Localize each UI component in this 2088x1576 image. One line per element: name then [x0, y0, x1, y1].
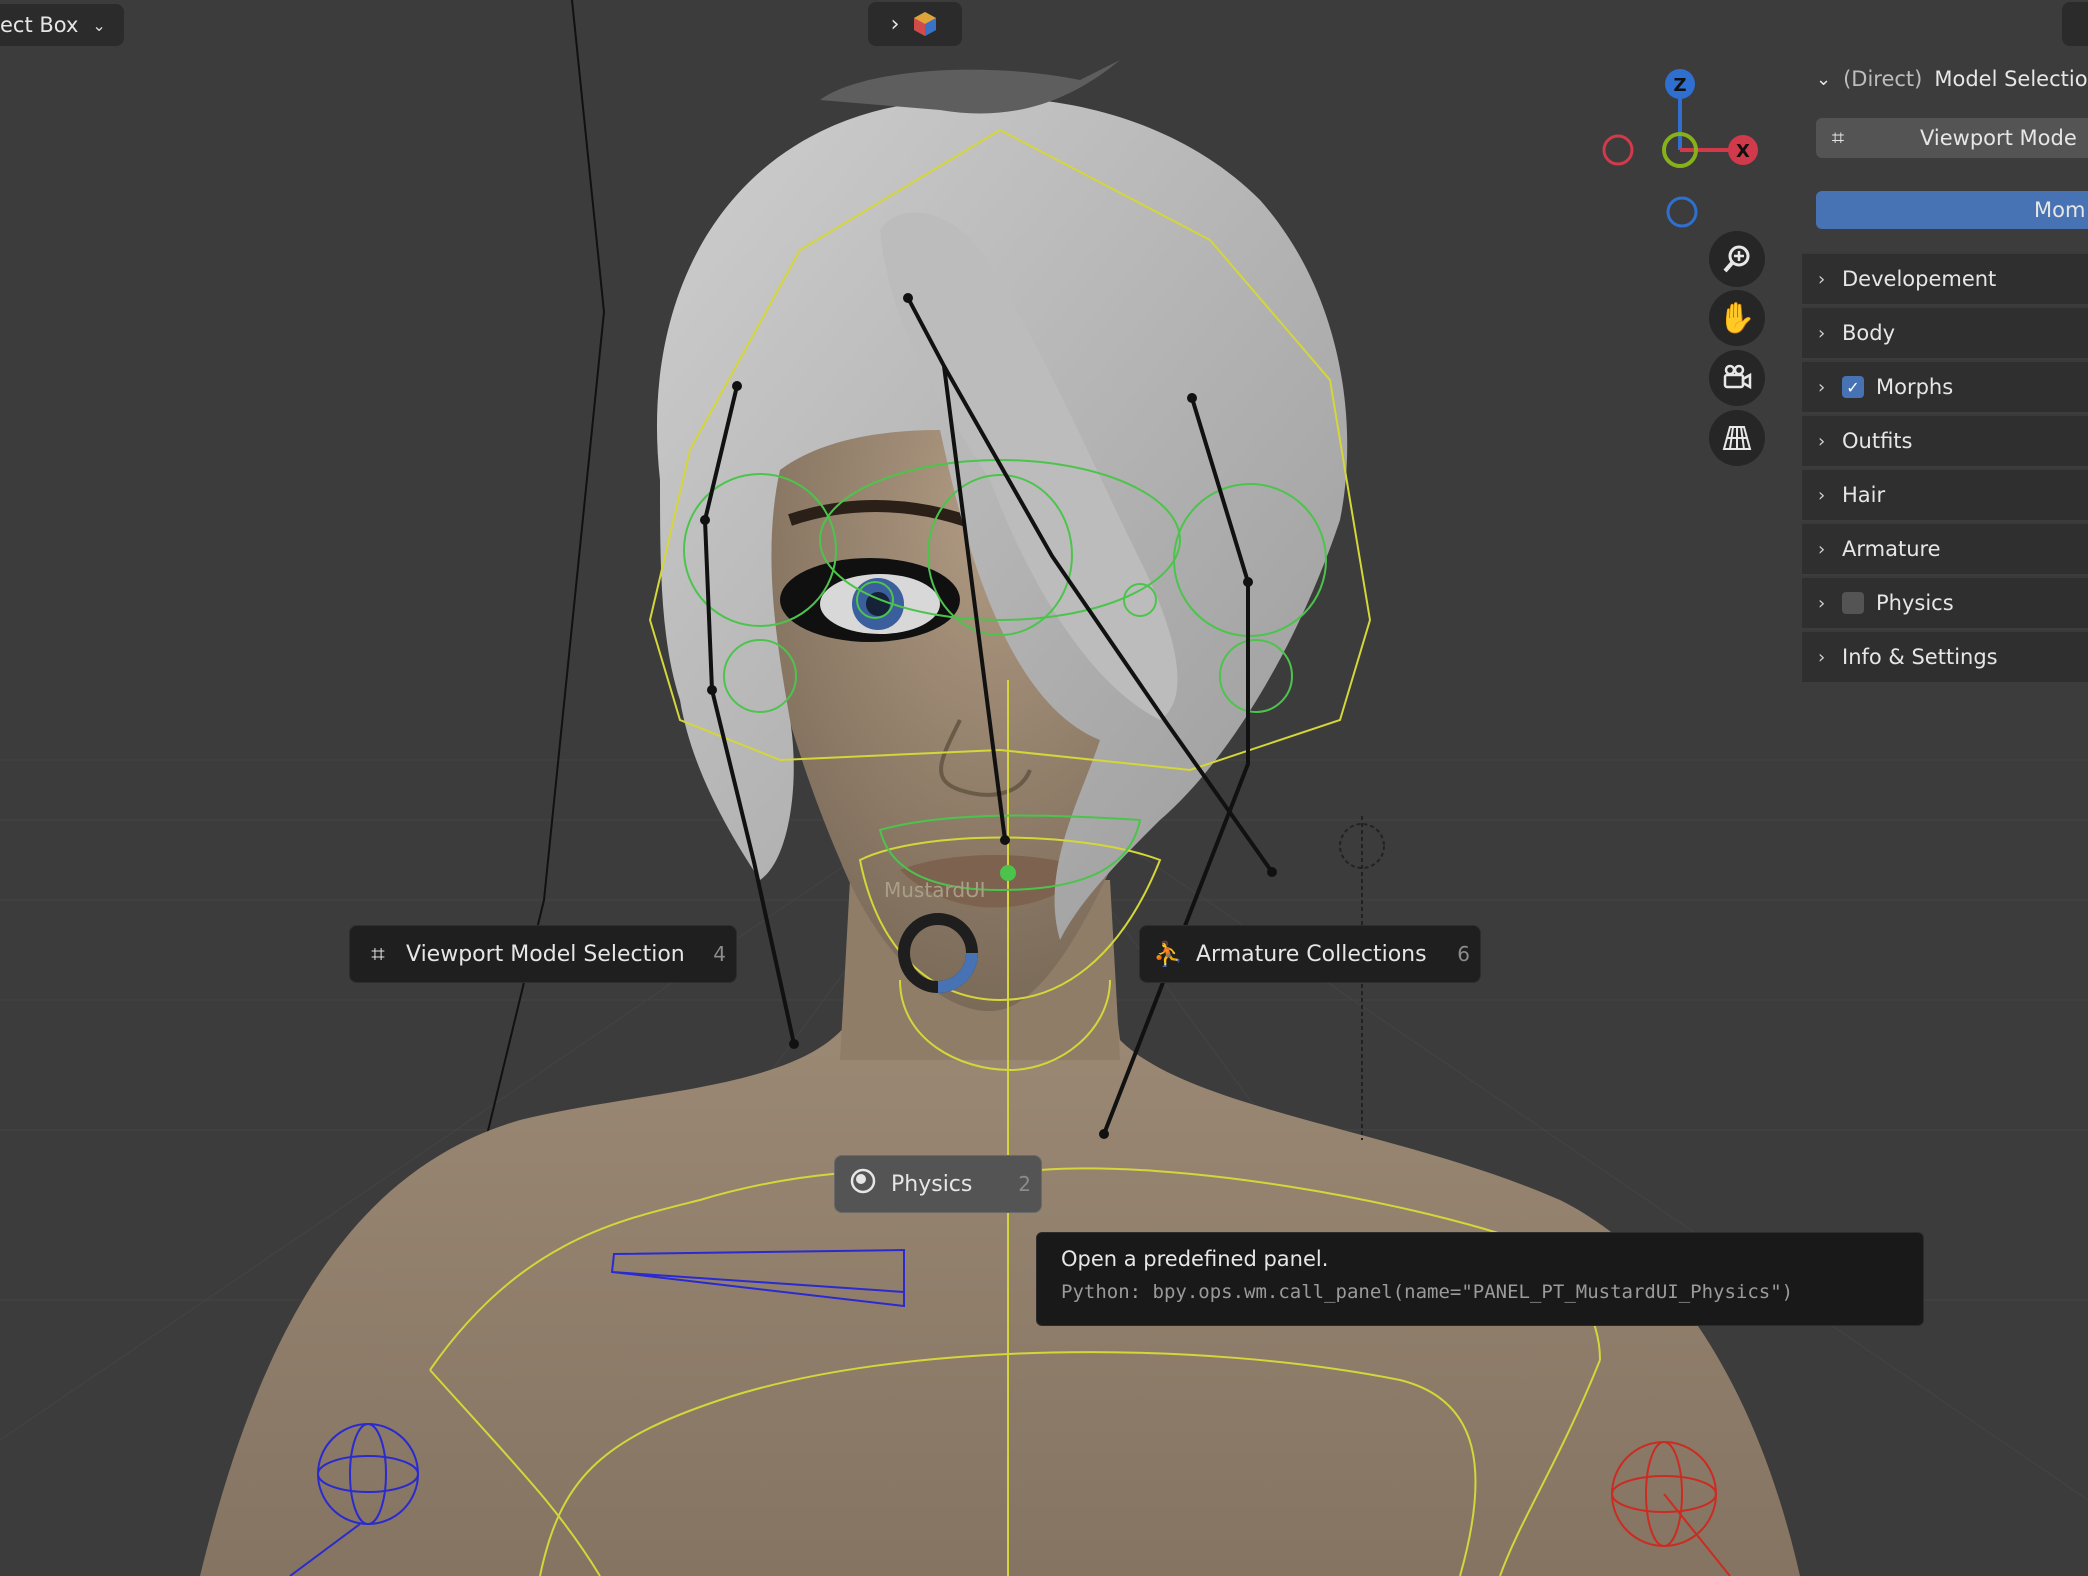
- panel-info-settings[interactable]: › Info & Settings: [1802, 630, 2088, 682]
- tooltip-description: Open a predefined panel.: [1061, 1247, 1329, 1271]
- chevron-down-icon: ⌄: [92, 15, 106, 35]
- z-axis-label: Z: [1673, 75, 1686, 96]
- panel-outfits[interactable]: › Outfits: [1802, 414, 2088, 466]
- panel-body[interactable]: › Body: [1802, 306, 2088, 358]
- model-select-label: Mom: [2034, 198, 2086, 222]
- x-axis-label: X: [1736, 141, 1750, 162]
- viewport-model-icon: ⌗: [1831, 125, 1845, 151]
- pie-item-shortcut: 2: [1018, 1172, 1031, 1196]
- select-box-dropdown[interactable]: ect Box ⌄: [0, 4, 124, 46]
- physics-checkbox[interactable]: [1842, 592, 1864, 614]
- chevron-right-icon: ›: [1818, 430, 1826, 452]
- viewport-mode-label: Viewport Mode: [1920, 126, 2077, 150]
- panel-label: Outfits: [1842, 429, 1913, 453]
- pie-item-shortcut: 4: [713, 942, 726, 966]
- morphs-checkbox[interactable]: ✓: [1842, 376, 1864, 398]
- camera-icon[interactable]: [1709, 350, 1765, 406]
- pie-item-viewport-model-selection[interactable]: ⌗ Viewport Model Selection 4: [349, 925, 737, 983]
- 3d-viewport[interactable]: [0, 0, 2088, 1576]
- overlays-cube-icon: [914, 12, 937, 36]
- panel-physics[interactable]: › Physics: [1802, 576, 2088, 628]
- chevron-right-icon: ›: [1818, 592, 1826, 614]
- chevron-down-icon: ⌄: [1816, 68, 1832, 90]
- panel-label: Hair: [1842, 483, 1886, 507]
- model-select-button[interactable]: Mom: [1816, 191, 2088, 229]
- panel-label: Info & Settings: [1842, 645, 1998, 669]
- navigation-gizmo[interactable]: Z X: [1590, 62, 1770, 238]
- panel-label: Morphs: [1876, 375, 1954, 399]
- panel-label: Physics: [1876, 591, 1954, 615]
- chevron-right-icon: ›: [1818, 538, 1826, 560]
- model-selection-header[interactable]: ⌄ (Direct) Model Selection: [1802, 56, 2088, 102]
- pie-item-physics[interactable]: Physics 2: [834, 1155, 1042, 1213]
- select-box-label: ect Box: [0, 13, 79, 37]
- chevron-right-icon: ›: [1818, 268, 1826, 290]
- panel-morphs[interactable]: › ✓ Morphs: [1802, 360, 2088, 412]
- chevron-right-icon: ›: [890, 11, 900, 37]
- perspective-grid-icon[interactable]: [1709, 410, 1765, 466]
- chevron-right-icon: ›: [1818, 376, 1826, 398]
- pie-item-shortcut: 6: [1457, 942, 1470, 966]
- hand-pan-icon[interactable]: ✋: [1709, 290, 1765, 346]
- panel-hair[interactable]: › Hair: [1802, 468, 2088, 520]
- pie-item-label: Viewport Model Selection: [406, 941, 685, 967]
- pie-menu-title: MustardUI: [884, 878, 986, 902]
- viewport-model-icon: ⌗: [371, 940, 385, 968]
- panel-label: Armature: [1842, 537, 1941, 561]
- zoom-icon[interactable]: [1709, 231, 1765, 287]
- chevron-right-icon: ›: [1818, 646, 1826, 668]
- operator-tooltip: Open a predefined panel. Python: bpy.ops…: [1036, 1232, 1924, 1326]
- panel-label: Body: [1842, 321, 1896, 345]
- header-prefix: (Direct): [1843, 67, 1923, 91]
- panel-developement[interactable]: › Developement: [1802, 252, 2088, 304]
- header-right-button[interactable]: [2062, 2, 2088, 46]
- armature-icon: ⛹: [1153, 940, 1183, 968]
- negative-z-axis[interactable]: [1666, 196, 1698, 228]
- chevron-right-icon: ›: [1818, 484, 1826, 506]
- pie-item-armature-collections[interactable]: ⛹ Armature Collections 6: [1139, 925, 1481, 983]
- negative-x-axis[interactable]: [1602, 134, 1634, 166]
- mustardui-sidebar: ⌄ (Direct) Model Selection ⌗ Viewport Mo…: [1802, 56, 2088, 682]
- physics-icon: [835, 1167, 891, 1201]
- tooltip-python: Python: bpy.ops.wm.call_panel(name="PANE…: [1061, 1281, 1794, 1303]
- panel-armature[interactable]: › Armature: [1802, 522, 2088, 574]
- pie-item-label: Armature Collections: [1196, 941, 1427, 967]
- viewport-overlays-button[interactable]: ›: [868, 2, 962, 46]
- chevron-right-icon: ›: [1818, 322, 1826, 344]
- pie-item-label: Physics: [891, 1171, 973, 1197]
- header-title: Model Selection: [1934, 67, 2088, 91]
- panel-label: Developement: [1842, 267, 1997, 291]
- viewport-mode-button[interactable]: ⌗ Viewport Mode: [1816, 118, 2088, 158]
